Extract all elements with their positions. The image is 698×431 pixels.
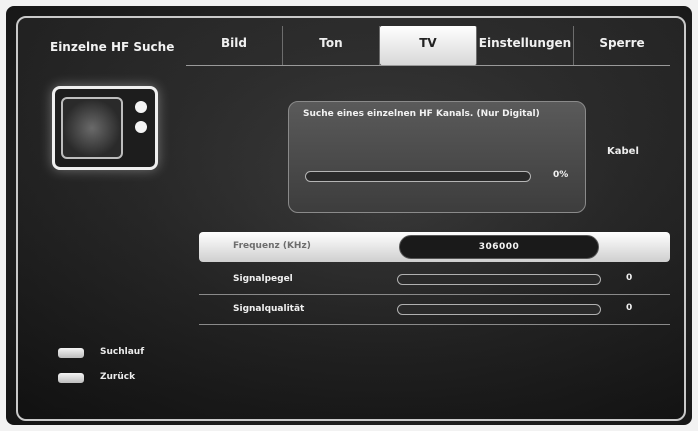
tab-sperre[interactable]: Sperre	[574, 26, 670, 65]
frequency-row[interactable]: Frequenz (KHz) 306000	[199, 232, 670, 262]
legend-back-label: Zurück	[100, 372, 136, 382]
signal-quality-label: Signalqualität	[233, 304, 305, 314]
menu-frame	[16, 16, 686, 421]
signal-quality-row: Signalqualität 0	[199, 295, 670, 325]
tv-screen-background: Einzelne HF Suche Bild Ton TV Einstellun…	[6, 6, 692, 425]
search-progress-percent: 0%	[553, 170, 569, 180]
tab-tv[interactable]: TV	[380, 26, 477, 65]
signal-source-label: Kabel	[607, 146, 639, 157]
tv-knob-icon	[135, 101, 147, 113]
tab-einstellungen[interactable]: Einstellungen	[477, 26, 574, 65]
legend-search-label: Suchlauf	[100, 347, 145, 357]
frequency-label: Frequenz (KHz)	[233, 241, 311, 251]
signal-quality-bar	[397, 304, 601, 315]
signal-quality-value: 0	[626, 303, 633, 313]
tv-knob-icon	[135, 121, 147, 133]
tab-ton[interactable]: Ton	[283, 26, 380, 65]
frequency-input[interactable]: 306000	[399, 235, 599, 259]
menu-tabs: Bild Ton TV Einstellungen Sperre	[186, 26, 670, 66]
search-key-icon	[58, 348, 84, 358]
search-panel-title: Suche eines einzelnen HF Kanals. (Nur Di…	[303, 109, 540, 119]
page-title: Einzelne HF Suche	[50, 40, 175, 54]
tv-screen-icon	[61, 97, 123, 159]
tab-bild[interactable]: Bild	[186, 26, 283, 65]
signal-level-row: Signalpegel 0	[199, 265, 670, 295]
back-key-icon	[58, 373, 84, 383]
tv-set-icon	[52, 86, 158, 170]
signal-level-label: Signalpegel	[233, 274, 293, 284]
signal-level-bar	[397, 274, 601, 285]
search-progress-bar	[305, 171, 531, 182]
signal-level-value: 0	[626, 273, 633, 283]
search-panel: Suche eines einzelnen HF Kanals. (Nur Di…	[288, 101, 586, 213]
